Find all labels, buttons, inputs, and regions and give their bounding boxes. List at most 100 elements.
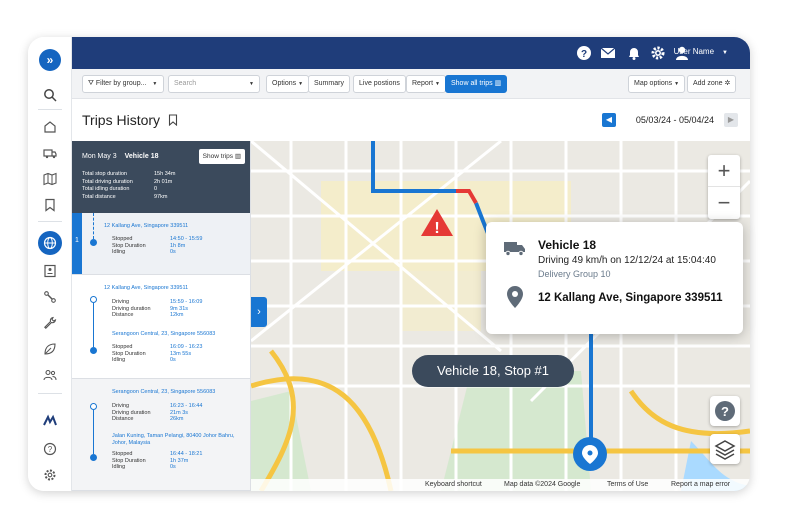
stat-value: 0 (154, 186, 158, 192)
users-icon[interactable] (40, 365, 60, 385)
detail-value: 26km (170, 416, 184, 422)
map-layers-button[interactable] (710, 434, 740, 464)
search-icon[interactable] (40, 85, 60, 105)
map-icon[interactable] (40, 169, 60, 189)
bookmark-icon[interactable] (168, 114, 178, 127)
address-line: Jalan Kuning, Taman Pelangi, 80400 Johor… (112, 433, 235, 439)
show-all-trips-button[interactable]: Show all trips ▥ (445, 75, 508, 93)
bookmark-icon[interactable] (40, 195, 60, 215)
timeline-dot (90, 296, 97, 303)
user-name: User Name (673, 47, 715, 56)
title-row: Trips History ◀ 05/03/24 - 05/04/24 ▶ (72, 99, 750, 141)
help-icon: ? (715, 401, 735, 421)
show-trips-button[interactable]: Show trips ▥ (198, 149, 245, 164)
chevron-down-icon: ▼ (722, 50, 728, 56)
add-zone-label: Add zone (693, 80, 723, 87)
trip-list-item[interactable]: 12 Kallang Ave, Singapore 339511 Driving… (72, 275, 250, 379)
summary-label: Summary (314, 80, 344, 87)
mail-icon[interactable] (600, 45, 616, 61)
trip-vehicle: Vehicle 18 (124, 153, 159, 160)
chevron-down-icon: ▼ (434, 81, 440, 87)
settings-icon[interactable] (40, 465, 60, 485)
trip-list-item-selected[interactable]: 1 12 Kallang Ave, Singapore 339511 Stopp… (72, 213, 250, 275)
user-menu[interactable]: User Name ▼ (674, 47, 728, 56)
map-icon: ▥ (234, 153, 241, 160)
live-positions-button[interactable]: Live postions (353, 75, 406, 93)
bell-icon[interactable] (626, 45, 642, 61)
zone-icon: ✲ (724, 80, 731, 87)
selected-index: 1 (75, 237, 79, 244)
help-icon[interactable]: ? (40, 439, 60, 459)
trip-list-item[interactable]: Serangoon Central, 23, Singapore 556083 … (72, 379, 250, 491)
report-label: Report (412, 80, 434, 87)
trip-details: Driving 16:23 - 16:44 Driving duration 21m… (112, 403, 202, 423)
help-icon[interactable]: ? (576, 45, 592, 61)
search-placeholder: Search (174, 80, 197, 87)
zoom-in-button[interactable]: + (708, 155, 740, 187)
expand-menu-icon[interactable]: » (39, 49, 61, 71)
home-icon[interactable] (40, 117, 60, 137)
svg-text:?: ? (581, 49, 587, 60)
trip-end-address[interactable]: Jalan Kuning, Taman Pelangi, 80400 Johor… (112, 433, 235, 446)
detail-label: Idling (112, 464, 126, 470)
report-map-error-link[interactable]: Report a map error (671, 481, 730, 488)
trip-start-address[interactable]: 12 Kallang Ave, Singapore 339511 (104, 285, 188, 291)
options-dropdown[interactable]: Options ▼ (266, 75, 310, 93)
stop-address[interactable]: 12 Kallang Ave, Singapore 339511 (104, 223, 188, 229)
location-pin-icon (507, 286, 523, 308)
svg-text:?: ? (721, 404, 729, 419)
rail-divider (38, 221, 62, 222)
date-range[interactable]: 05/03/24 - 05/04/24 (636, 115, 714, 125)
gear-icon[interactable] (650, 45, 666, 61)
trip-start-address[interactable]: Serangoon Central, 23, Singapore 556083 (112, 389, 215, 395)
detail-value: 15:59 - 16:09 (170, 299, 203, 305)
timeline-dot (90, 347, 97, 354)
zoom-controls: + − (708, 155, 740, 219)
map-options-label: Map options (634, 80, 673, 87)
map-options-dropdown[interactable]: Map options ▼ (628, 75, 686, 93)
rail-divider (38, 393, 62, 394)
detail-value: 0s (170, 249, 176, 255)
zoom-out-button[interactable]: − (708, 187, 740, 219)
detail-value: 0s (170, 464, 176, 470)
detail-value: 16:23 - 16:44 (170, 403, 203, 409)
filter-by-group-select[interactable]: ⛛ Filter by group... ▼ (82, 75, 164, 93)
chevron-down-icon: ▼ (152, 81, 158, 87)
trip-stats: Total stop duration 15h 34m Total driving… (82, 171, 175, 201)
globe-icon[interactable] (38, 231, 62, 255)
vehicle-info-popup: Vehicle 18 Driving 49 km/h on 12/12/24 a… (486, 222, 743, 334)
timeline-line (93, 303, 94, 347)
terms-of-use-link[interactable]: Terms of Use (607, 481, 648, 488)
trip-details: Driving 15:59 - 16:09 Driving duration 9m … (112, 299, 202, 319)
address-line: Johor, Malaysia (112, 439, 151, 446)
timeline-dot (90, 454, 97, 461)
leaf-icon[interactable] (40, 339, 60, 359)
id-card-icon[interactable] (40, 261, 60, 281)
detail-value: 16:09 - 16:23 (170, 344, 203, 350)
previous-date-button[interactable]: ◀ (602, 113, 616, 127)
truck-icon[interactable] (40, 143, 60, 163)
options-label: Options (272, 80, 297, 87)
keyboard-shortcuts-link[interactable]: Keyboard shortcut (425, 481, 482, 488)
trip-day-title: Mon May 3 Vehicle 18 (82, 153, 158, 160)
route-icon[interactable] (40, 287, 60, 307)
detail-label: Idling (112, 249, 126, 255)
trip-panel-header: Mon May 3 Vehicle 18 Show trips ▥ Total s… (72, 141, 250, 213)
next-date-button[interactable]: ▶ (724, 113, 738, 127)
wrench-icon[interactable] (40, 313, 60, 333)
map-help-button[interactable]: ? (710, 396, 740, 426)
vehicle-group[interactable]: Delivery Group 10 (538, 269, 611, 279)
panel-toggle-button[interactable]: › (251, 297, 267, 327)
detail-value: 0s (170, 357, 176, 363)
report-dropdown[interactable]: Report ▼ (406, 75, 446, 93)
add-zone-button[interactable]: Add zone ✲ (687, 75, 737, 93)
selected-indicator: 1 (72, 213, 82, 274)
top-bar: ? User Name ▼ (72, 37, 750, 69)
detail-value: 21m 3s (170, 409, 189, 416)
summary-button[interactable]: Summary (308, 75, 350, 93)
trip-end-address[interactable]: Serangoon Central, 23, Singapore 556083 (112, 331, 215, 337)
page-title: Trips History (82, 112, 178, 128)
detail-value: 12km (170, 312, 184, 318)
detail-value: 16:44 - 18:21 (170, 451, 203, 457)
search-input[interactable]: Search ▼ (168, 75, 260, 93)
